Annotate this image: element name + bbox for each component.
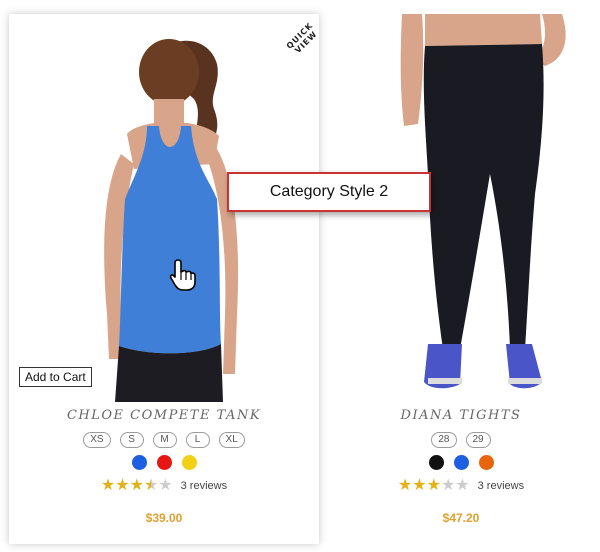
- size-option-xs[interactable]: XS: [83, 432, 111, 448]
- star-icon: ★: [412, 477, 427, 494]
- product-card-chloe[interactable]: QUICK VIEW Add to Cart CHLOE COMPETE TAN…: [9, 14, 319, 544]
- size-options: 28 29: [330, 432, 592, 448]
- star-icon: ★: [440, 477, 456, 494]
- size-options: XS S M L XL: [9, 432, 319, 448]
- product-price: $47.20: [442, 511, 480, 525]
- size-option-xl[interactable]: XL: [218, 432, 245, 448]
- color-swatch-blue[interactable]: [453, 455, 469, 470]
- color-swatch-red[interactable]: [156, 455, 172, 470]
- color-swatch-yellow[interactable]: [181, 455, 197, 470]
- size-option-29[interactable]: 29: [465, 432, 491, 448]
- reviews-link[interactable]: 3 reviews: [181, 480, 227, 492]
- add-to-cart-button[interactable]: Add to Cart: [19, 367, 92, 387]
- star-icon: ★: [115, 477, 130, 494]
- product-name[interactable]: DIANA TIGHTS: [330, 408, 592, 423]
- color-swatches: [330, 455, 592, 470]
- size-option-m[interactable]: M: [152, 432, 177, 448]
- quick-view-label: QUICK VIEW: [284, 20, 319, 56]
- star-icon: ★: [100, 477, 116, 494]
- color-swatch-orange[interactable]: [478, 455, 494, 470]
- quick-view-ribbon[interactable]: QUICK VIEW: [267, 14, 319, 66]
- product-rating: ★ ★ ★ ★ ★ 3 reviews: [9, 478, 319, 494]
- hand-pointer-icon: [169, 258, 197, 297]
- size-option-l[interactable]: L: [185, 432, 210, 448]
- category-style-callout: Category Style 2: [227, 172, 431, 212]
- size-option-s[interactable]: S: [119, 432, 144, 448]
- star-icon: ★: [455, 477, 470, 494]
- product-rating: ★ ★ ★ ★ ★ 3 reviews: [330, 478, 592, 494]
- product-name[interactable]: CHLOE COMPETE TANK: [9, 408, 319, 423]
- star-icon: ★: [426, 477, 441, 494]
- product-card-diana[interactable]: DIANA TIGHTS 28 29 ★ ★ ★ ★ ★ 3 reviews $47.2…: [330, 14, 592, 544]
- star-icon: ★: [143, 477, 159, 494]
- product-price: $39.00: [145, 511, 183, 525]
- star-icon: ★: [129, 477, 144, 494]
- size-option-28[interactable]: 28: [431, 432, 457, 448]
- reviews-link[interactable]: 3 reviews: [478, 480, 524, 492]
- rating-stars: ★ ★ ★ ★ ★: [398, 478, 470, 494]
- star-icon: ★: [158, 477, 173, 494]
- color-swatch-blue[interactable]: [131, 455, 147, 470]
- color-swatch-black[interactable]: [428, 455, 444, 470]
- color-swatches: [9, 455, 319, 470]
- rating-stars: ★ ★ ★ ★ ★: [101, 478, 173, 494]
- star-icon: ★: [397, 477, 413, 494]
